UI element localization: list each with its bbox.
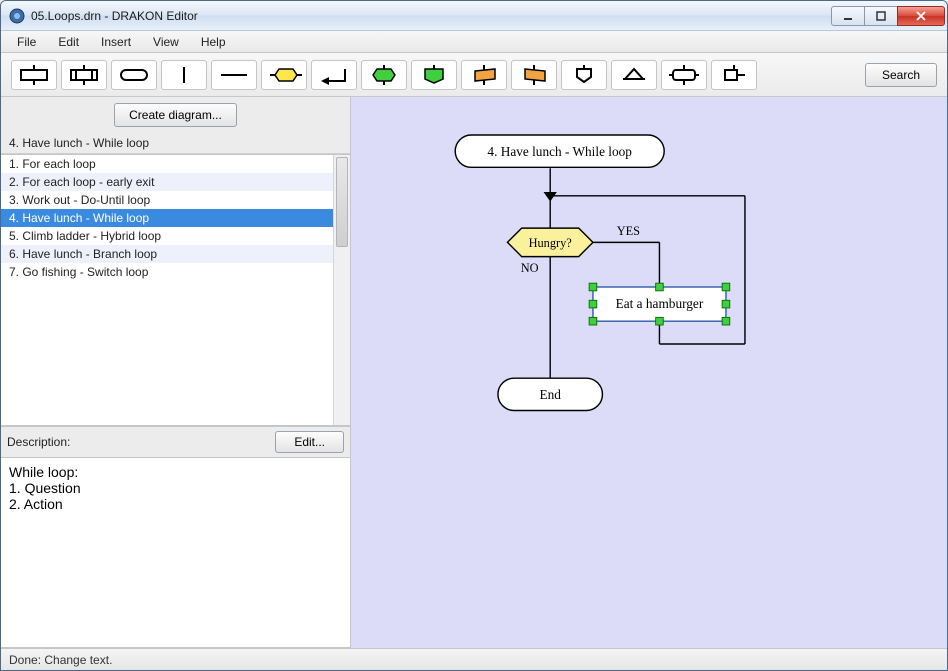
window-title: 05.Loops.drn - DRAKON Editor <box>31 9 832 23</box>
app-window: 05.Loops.drn - DRAKON Editor File Edit I… <box>0 0 948 671</box>
tool-branch-green-icon[interactable] <box>411 60 457 90</box>
diagram-question[interactable]: Hungry? <box>529 236 572 250</box>
tool-terminator-icon[interactable] <box>111 60 157 90</box>
menu-insert[interactable]: Insert <box>91 33 141 51</box>
diagram-end: End <box>539 387 561 402</box>
yes-label: YES <box>617 224 640 238</box>
tool-branch-cap-green-icon[interactable] <box>361 60 407 90</box>
tool-address-icon[interactable] <box>711 60 757 90</box>
create-row: Create diagram... <box>1 97 350 133</box>
tool-orange-proc2-icon[interactable] <box>511 60 557 90</box>
diagram-list-wrap: 1. For each loop2. For each loop - early… <box>1 154 350 426</box>
no-label: NO <box>521 261 539 275</box>
scrollbar[interactable] <box>333 155 350 425</box>
list-item[interactable]: 6. Have lunch - Branch loop <box>1 245 333 263</box>
app-icon <box>9 8 25 24</box>
diagram-action[interactable]: Eat a hamburger <box>616 296 704 311</box>
toolbar: Search <box>1 53 947 97</box>
tool-action-icon[interactable] <box>11 60 57 90</box>
list-item[interactable]: 7. Go fishing - Switch loop <box>1 263 333 281</box>
tool-branch-small-icon[interactable] <box>561 60 607 90</box>
list-item[interactable]: 2. For each loop - early exit <box>1 173 333 191</box>
menu-file[interactable]: File <box>7 33 46 51</box>
description-header: Description: Edit... <box>1 426 350 458</box>
description-text: While loop: 1. Question 2. Action <box>1 458 350 648</box>
maximize-button[interactable] <box>864 6 898 26</box>
tool-orange-proc-icon[interactable] <box>461 60 507 90</box>
minimize-button[interactable] <box>831 6 865 26</box>
statusbar: Done: Change text. <box>1 648 947 670</box>
list-item[interactable]: 5. Climb ladder - Hybrid loop <box>1 227 333 245</box>
diagram-title: 4. Have lunch - While loop <box>487 144 632 159</box>
tool-hline-icon[interactable] <box>211 60 257 90</box>
edit-description-button[interactable]: Edit... <box>275 431 344 453</box>
scrollbar-thumb[interactable] <box>336 157 348 247</box>
create-diagram-button[interactable]: Create diagram... <box>114 103 237 127</box>
status-text: Done: Change text. <box>9 653 112 667</box>
content-area: Create diagram... 4. Have lunch - While … <box>1 97 947 648</box>
menubar: File Edit Insert View Help <box>1 31 947 53</box>
menu-edit[interactable]: Edit <box>48 33 89 51</box>
menu-view[interactable]: View <box>143 33 189 51</box>
close-button[interactable] <box>897 6 945 26</box>
description-label: Description: <box>7 435 275 449</box>
current-diagram-label: 4. Have lunch - While loop <box>1 133 350 154</box>
tool-insertion-icon[interactable] <box>61 60 107 90</box>
window-buttons <box>832 6 945 26</box>
tool-vline-icon[interactable] <box>161 60 207 90</box>
sidebar: Create diagram... 4. Have lunch - While … <box>1 97 351 648</box>
titlebar[interactable]: 05.Loops.drn - DRAKON Editor <box>1 1 947 31</box>
list-item[interactable]: 1. For each loop <box>1 155 333 173</box>
tool-question-icon[interactable] <box>261 60 307 90</box>
diagram-list[interactable]: 1. For each loop2. For each loop - early… <box>1 155 333 425</box>
diagram-canvas[interactable]: 4. Have lunch - While loop Hungry? YES N… <box>351 97 947 648</box>
tool-for-loop-icon[interactable] <box>661 60 707 90</box>
tool-arrow-icon[interactable] <box>311 60 357 90</box>
menu-help[interactable]: Help <box>191 33 236 51</box>
tool-branch-angle-icon[interactable] <box>611 60 657 90</box>
list-item[interactable]: 3. Work out - Do-Until loop <box>1 191 333 209</box>
list-item[interactable]: 4. Have lunch - While loop <box>1 209 333 227</box>
search-button[interactable]: Search <box>865 63 937 87</box>
